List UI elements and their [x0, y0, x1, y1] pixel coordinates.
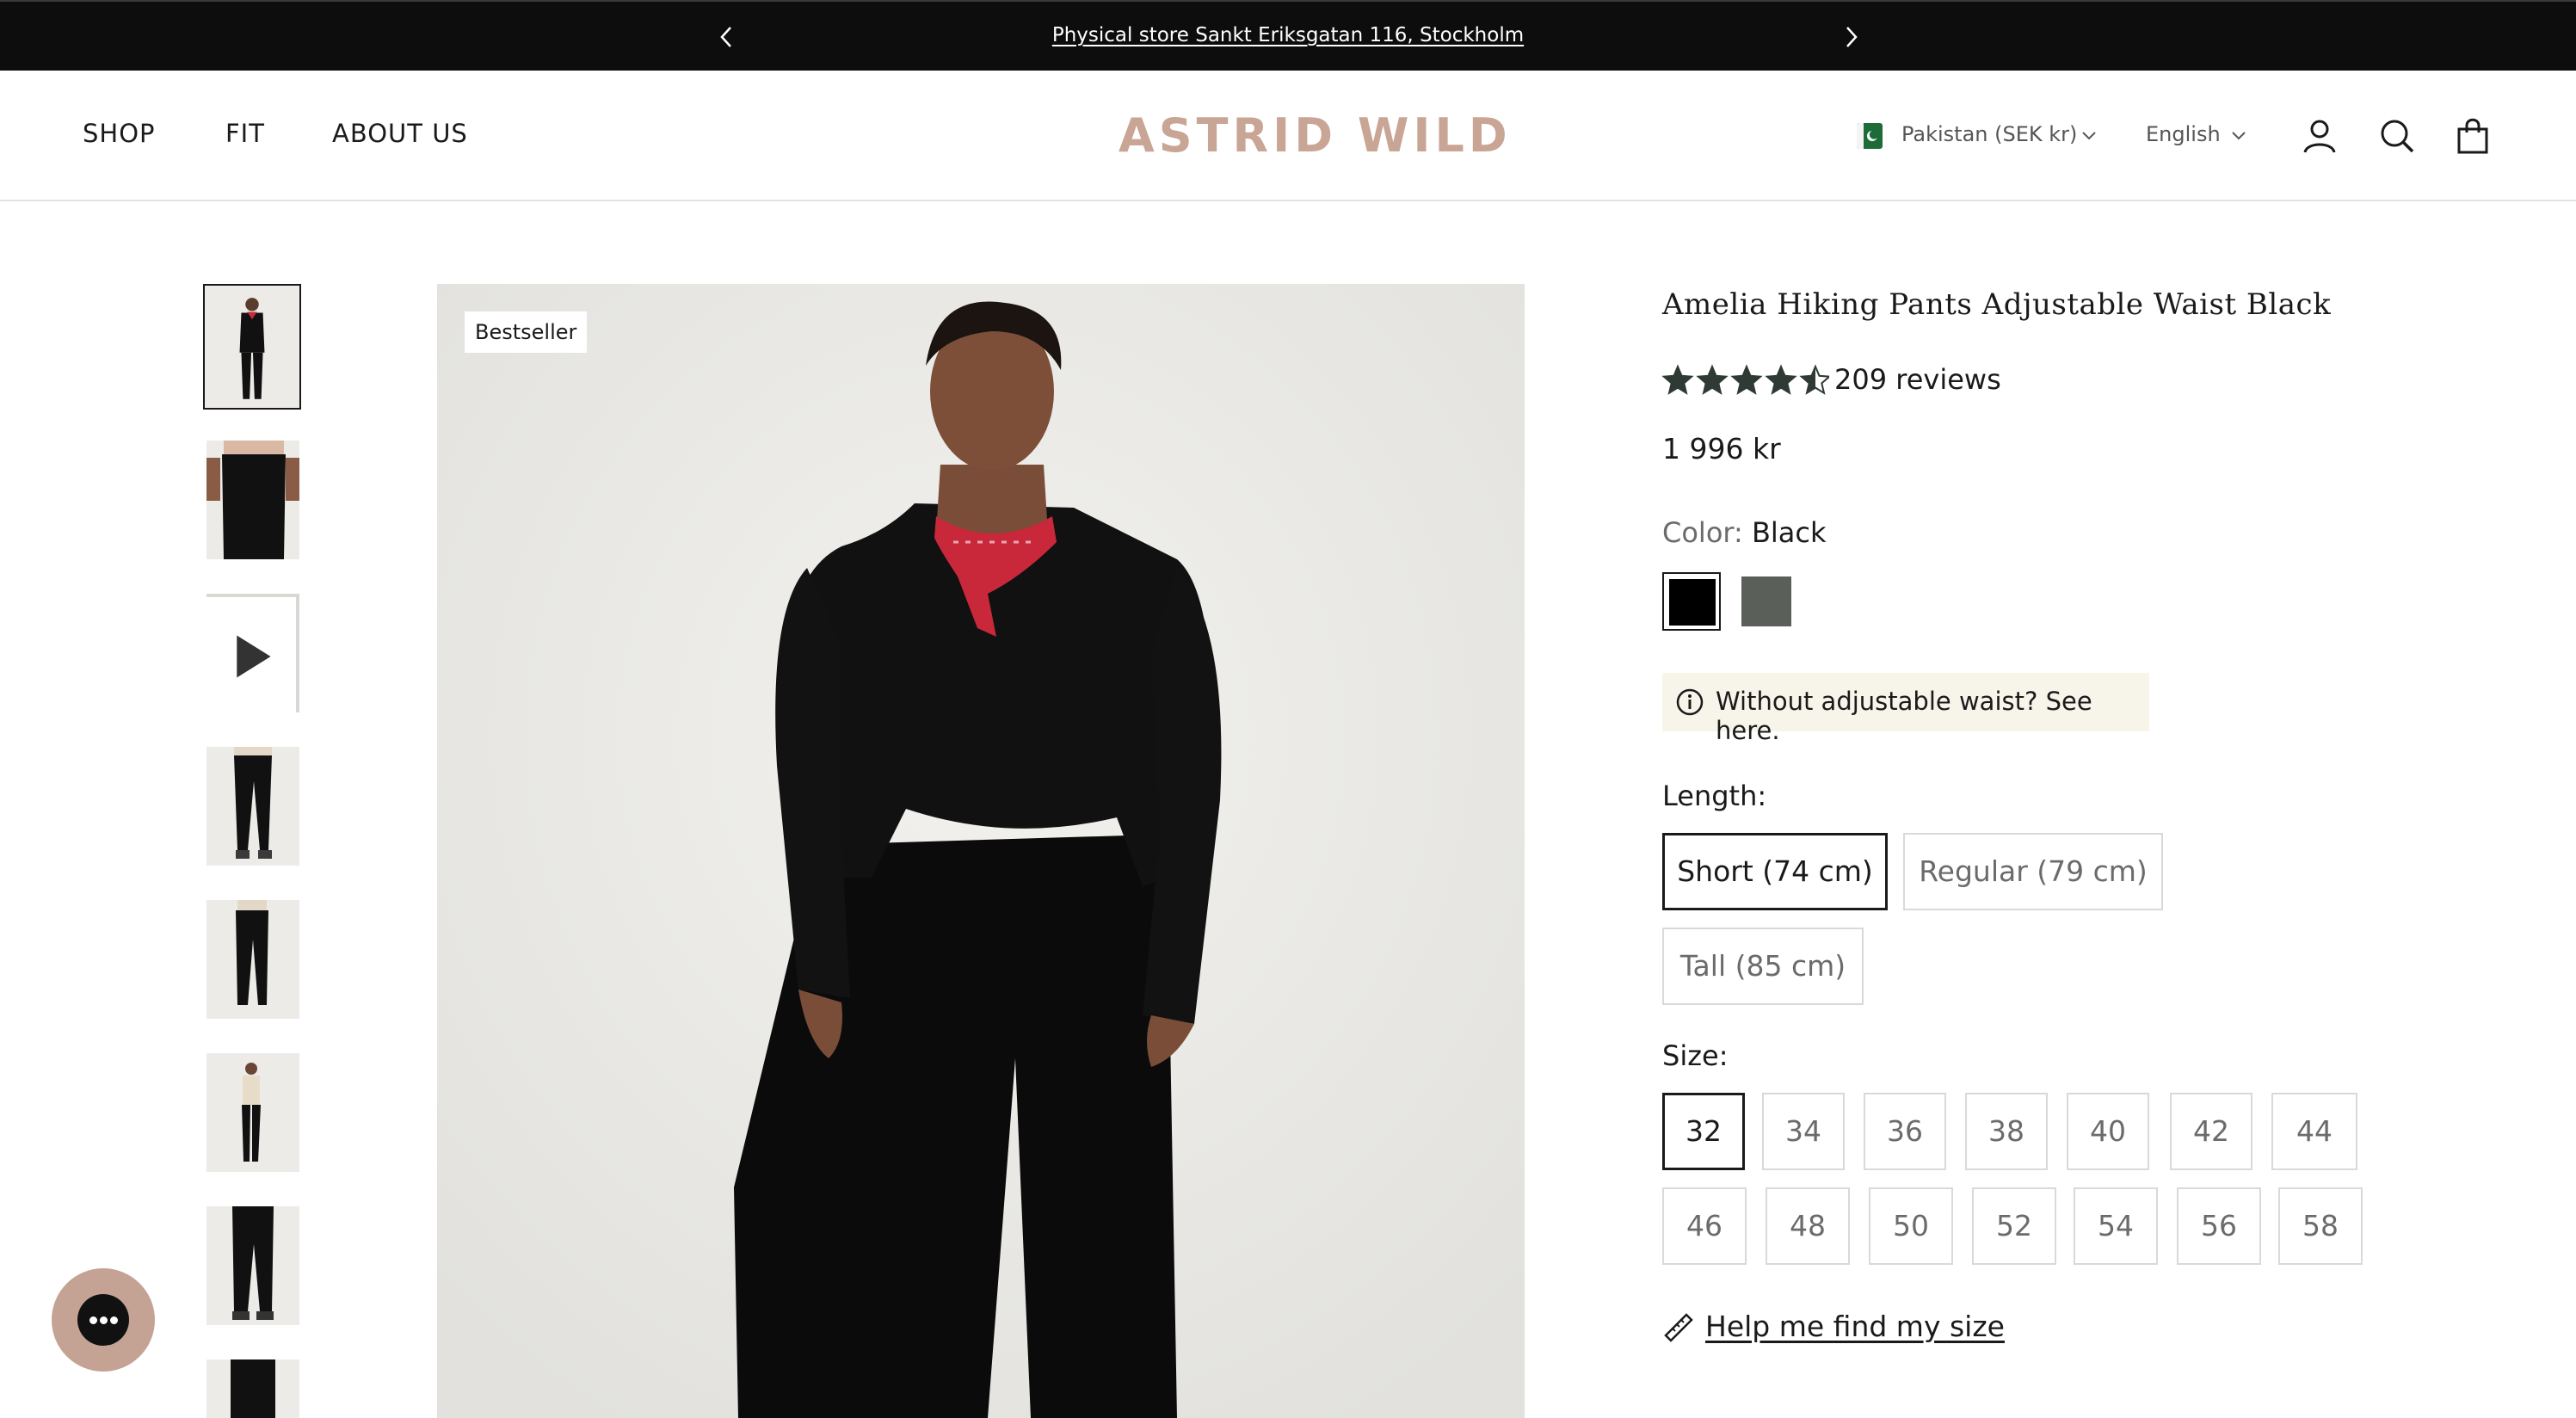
- product-price: 1 996 kr: [1662, 432, 1781, 465]
- reviews-link[interactable]: 209 reviews: [1834, 363, 2001, 396]
- chat-launcher[interactable]: [52, 1268, 155, 1372]
- size-option-46[interactable]: 46: [1662, 1187, 1747, 1265]
- chevron-right-icon[interactable]: [1836, 22, 1865, 52]
- size-option-36[interactable]: 36: [1864, 1093, 1946, 1170]
- gallery-thumbnail[interactable]: [206, 1359, 299, 1418]
- account-icon[interactable]: [2299, 115, 2340, 157]
- nav-about-us[interactable]: ABOUT US: [332, 119, 468, 148]
- length-option-short[interactable]: Short (74 cm): [1662, 833, 1888, 910]
- size-help-link[interactable]: Help me find my size: [1705, 1310, 2005, 1343]
- color-swatch-green[interactable]: [1741, 576, 1800, 635]
- gallery-thumbnail[interactable]: [206, 747, 299, 866]
- size-option-44[interactable]: 44: [2271, 1093, 2357, 1170]
- product-photo: [437, 284, 1525, 1418]
- nav-fit[interactable]: FIT: [225, 119, 265, 148]
- adjustable-waist-note[interactable]: Without adjustable waist? See here.: [1662, 673, 2149, 745]
- chevron-down-icon[interactable]: [2079, 125, 2099, 145]
- color-label-key: Color:: [1662, 516, 1743, 549]
- gallery-thumbnail[interactable]: [206, 1053, 299, 1172]
- size-option-50[interactable]: 50: [1869, 1187, 1953, 1265]
- star-full-icon: [1661, 364, 1694, 395]
- star-full-icon: [1765, 364, 1797, 395]
- size-option-40[interactable]: 40: [2067, 1093, 2149, 1170]
- language-selector[interactable]: English: [2146, 122, 2221, 146]
- size-option-34[interactable]: 34: [1762, 1093, 1845, 1170]
- size-option-42[interactable]: 42: [2170, 1093, 2252, 1170]
- size-option-48[interactable]: 48: [1766, 1187, 1850, 1265]
- brand-logo[interactable]: ASTRID WILD: [1119, 108, 1512, 163]
- country-selector[interactable]: Pakistan (SEK kr): [1901, 122, 2077, 146]
- size-option-58[interactable]: 58: [2278, 1187, 2363, 1265]
- size-option-54[interactable]: 54: [2074, 1187, 2158, 1265]
- bestseller-badge: Bestseller: [465, 311, 588, 353]
- length-label: Length:: [1662, 780, 1767, 812]
- nav-shop[interactable]: SHOP: [83, 119, 156, 148]
- size-label: Size:: [1662, 1039, 1729, 1072]
- size-option-56[interactable]: 56: [2177, 1187, 2261, 1265]
- product-title: Amelia Hiking Pants Adjustable Waist Bla…: [1662, 287, 2332, 322]
- size-option-38[interactable]: 38: [1965, 1093, 2048, 1170]
- gallery-thumbnail[interactable]: [206, 1206, 299, 1325]
- gallery-thumbnail[interactable]: [206, 441, 299, 559]
- color-label-value: Black: [1751, 516, 1827, 549]
- search-icon[interactable]: [2376, 115, 2418, 157]
- length-option-tall[interactable]: Tall (85 cm): [1662, 928, 1864, 1005]
- gallery-thumbnail[interactable]: [203, 284, 301, 410]
- pakistan-flag-icon: [1857, 123, 1883, 149]
- star-full-icon: [1696, 364, 1729, 395]
- gallery-thumbnail[interactable]: [206, 594, 299, 712]
- info-icon: [1676, 688, 1704, 716]
- announcement-message[interactable]: Physical store Sankt Eriksgatan 116, Sto…: [0, 24, 2576, 46]
- chevron-down-icon[interactable]: [2228, 125, 2249, 145]
- chat-icon: [77, 1294, 129, 1346]
- color-label: Color: Black: [1662, 516, 1827, 549]
- size-option-52[interactable]: 52: [1972, 1187, 2056, 1265]
- length-option-regular[interactable]: Regular (79 cm): [1903, 833, 2163, 910]
- ruler-icon: [1664, 1313, 1693, 1342]
- color-swatch-black[interactable]: [1662, 572, 1721, 631]
- announcement-bar: Physical store Sankt Eriksgatan 116, Sto…: [0, 0, 2576, 71]
- play-video-icon: [206, 597, 296, 712]
- swatch-fill: [1741, 576, 1791, 626]
- size-option-32[interactable]: 32: [1662, 1093, 1745, 1170]
- cart-icon[interactable]: [2452, 115, 2493, 157]
- product-main-image[interactable]: Bestseller: [437, 284, 1525, 1418]
- gallery-thumbnail[interactable]: [206, 900, 299, 1019]
- site-header: SHOP FIT ABOUT US ASTRID WILD Pakistan (…: [0, 71, 2576, 201]
- rating-stars[interactable]: [1661, 363, 1829, 398]
- note-text: Without adjustable waist? See here.: [1716, 687, 2092, 745]
- star-full-icon: [1730, 364, 1763, 395]
- swatch-fill: [1669, 579, 1716, 626]
